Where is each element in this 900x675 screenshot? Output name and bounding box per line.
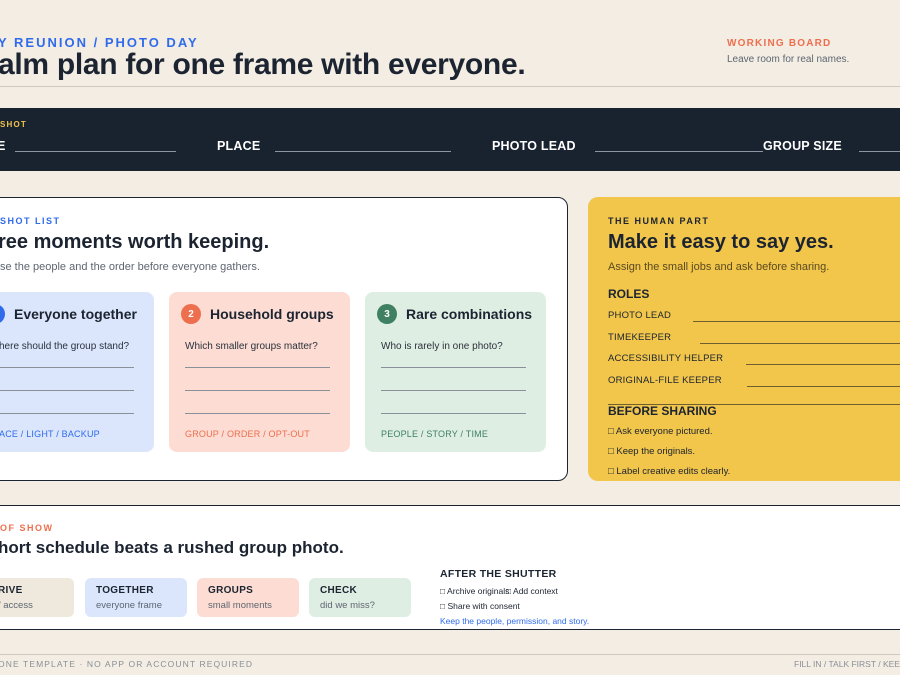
step-title: CHECK <box>320 585 358 596</box>
moment-number-badge: 3 <box>377 304 397 324</box>
sharing-checkbox[interactable]: □ Keep the originals. <box>608 446 695 457</box>
role-line[interactable] <box>747 386 900 387</box>
sharing-checkbox[interactable]: □ Label creative edits clearly. <box>608 466 730 477</box>
answer-line[interactable] <box>185 390 330 391</box>
field-label-photo-lead: PHOTO LEAD <box>492 139 576 153</box>
working-board-note: Leave room for real names. <box>727 54 850 65</box>
human-part-title: Make it easy to say yes. <box>608 231 834 253</box>
role-accessibility-helper: ACCESSIBILITY HELPER <box>608 353 724 364</box>
field-line-group-size[interactable] <box>859 151 900 152</box>
moment-tags: ACE / LIGHT / BACKUP <box>0 429 100 439</box>
step-groups <box>197 578 299 617</box>
working-board-label: WORKING BOARD <box>727 38 832 49</box>
field-label-place: PLACE <box>217 139 261 153</box>
moment-tags: GROUP / ORDER / OPT-OUT <box>185 429 310 439</box>
moment-tags: PEOPLE / STORY / TIME <box>381 429 489 439</box>
role-timekeeper: TIMEKEEPER <box>608 332 672 343</box>
human-part-subtitle: Assign the small jobs and ask before sha… <box>608 261 830 273</box>
answer-line[interactable] <box>185 367 330 368</box>
answer-line[interactable] <box>0 413 134 414</box>
field-label-e: E <box>0 139 6 153</box>
field-line-e[interactable] <box>15 151 176 152</box>
after-checkbox-archive[interactable]: □ Archive originals <box>440 586 509 596</box>
answer-line[interactable] <box>381 367 526 368</box>
field-label-group-size: GROUP SIZE <box>763 139 842 153</box>
role-original-file-keeper: ORIGINAL-FILE KEEPER <box>608 375 722 386</box>
step-subtitle: small moments <box>208 600 272 611</box>
moment-title: Rare combinations <box>406 306 533 322</box>
answer-line[interactable] <box>381 413 526 414</box>
before-sharing-heading: BEFORE SHARING <box>608 404 717 418</box>
after-checkbox-context[interactable]: □ Add context <box>506 586 558 596</box>
role-line[interactable] <box>700 343 900 344</box>
human-part-eyebrow: THE HUMAN PART <box>608 216 710 226</box>
field-line-photo-lead[interactable] <box>595 151 763 152</box>
after-checkbox-share[interactable]: □ Share with consent <box>440 601 520 611</box>
after-shutter-note: Keep the people, permission, and story. <box>440 616 590 626</box>
sharing-checkbox[interactable]: □ Ask everyone pictured. <box>608 426 713 437</box>
run-of-show-eyebrow: OF SHOW <box>0 523 54 533</box>
role-photo-lead: PHOTO LEAD <box>608 310 672 321</box>
answer-line[interactable] <box>0 390 134 391</box>
shot-list-subtitle: se the people and the order before every… <box>0 261 260 273</box>
moment-question: Who is rarely in one photo? <box>381 341 503 352</box>
step-title: RIVE <box>0 585 23 596</box>
footer-left-text: ONE TEMPLATE · NO APP OR ACCOUNT REQUIRE… <box>0 659 254 669</box>
step-title: GROUPS <box>208 585 254 596</box>
step-title: TOGETHER <box>96 585 154 596</box>
shot-list-eyebrow: SHOT LIST <box>0 216 61 226</box>
after-shutter-heading: AFTER THE SHUTTER <box>440 568 557 580</box>
page-title: alm plan for one frame with everyone. <box>0 48 526 81</box>
step-check <box>309 578 411 617</box>
run-of-show-title: hort schedule beats a rushed group photo… <box>0 538 344 557</box>
step-together <box>85 578 187 617</box>
moment-number-badge: 2 <box>181 304 201 324</box>
role-line[interactable] <box>746 364 900 365</box>
step-subtitle: did we miss? <box>320 600 375 611</box>
footer-right-text: FILL IN / TALK FIRST / KEEP <box>794 659 900 669</box>
step-subtitle: / access <box>0 600 33 611</box>
footer-divider <box>0 654 900 655</box>
moment-title: Household groups <box>210 306 334 322</box>
header-divider <box>0 86 900 87</box>
field-line-place[interactable] <box>275 151 451 152</box>
answer-line[interactable] <box>381 390 526 391</box>
moment-question: here should the group stand? <box>0 341 130 352</box>
answer-line[interactable] <box>0 367 134 368</box>
answer-line[interactable] <box>185 413 330 414</box>
band-eyebrow: SHOT <box>0 120 28 129</box>
moment-title: Everyone together <box>14 306 137 322</box>
step-arrive <box>0 578 74 617</box>
role-line[interactable] <box>693 321 900 322</box>
step-subtitle: everyone frame <box>96 600 163 611</box>
roles-heading: ROLES <box>608 287 650 301</box>
shot-list-title: ree moments worth keeping. <box>0 231 270 253</box>
moment-question: Which smaller groups matter? <box>185 341 318 352</box>
